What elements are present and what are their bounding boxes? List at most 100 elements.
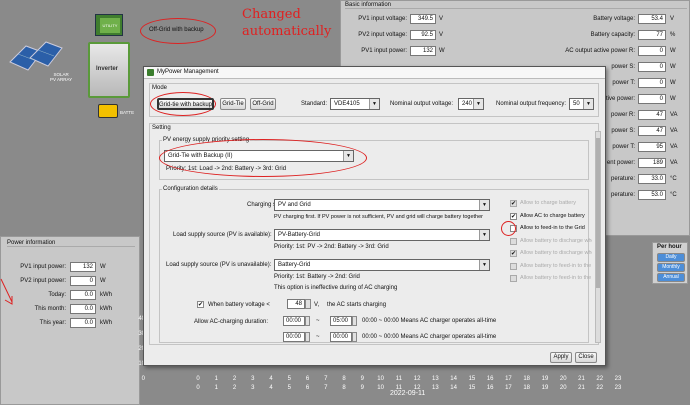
load-available-value: PV-Battery-Grid — [278, 232, 321, 238]
chart-x-tick: 19 — [541, 385, 549, 391]
feature-checkbox: ✔ — [510, 200, 517, 207]
power-info-title: Power information — [7, 240, 135, 247]
basic-info-unit: % — [670, 32, 676, 38]
basic-info-label: perature: — [610, 192, 635, 198]
battery-label: BATTE — [120, 110, 135, 115]
chart-x-tick: 13 — [432, 385, 439, 391]
basic-info-value: 33.0 — [638, 174, 666, 184]
charging-source-value: PV and Grid — [278, 202, 311, 208]
basic-info-value: 0 — [638, 46, 666, 56]
chart-x-tick: 14 — [450, 385, 457, 391]
feature-checkbox — [510, 262, 517, 270]
basic-info-label: power R: — [610, 112, 635, 118]
feature-checkbox-label: Allow battery to discharge whe — [520, 250, 592, 256]
power-info-unit: W — [100, 264, 106, 270]
mode-off-grid-button[interactable]: Off-Grid — [250, 98, 276, 110]
nominal-freq-select[interactable]: 50 ▼ — [569, 98, 594, 110]
chart-x-tick: 1 — [214, 385, 218, 391]
nominal-voltage-select[interactable]: 240 ▼ — [458, 98, 484, 110]
basic-info-unit: W — [439, 48, 445, 54]
basic-info-value: 0 — [638, 62, 666, 72]
power-info-label: This year: — [39, 320, 66, 326]
feature-checkbox-label: Allow to feed-in to the Grid — [520, 225, 585, 231]
annual-button[interactable]: Annual — [657, 273, 685, 282]
basic-info-unit: VA — [670, 128, 678, 134]
tilde-separator: ~ — [316, 334, 320, 340]
dialog-titlebar[interactable]: MyPower Management — [144, 67, 605, 79]
time-stepper[interactable] — [305, 332, 310, 342]
ac-time-to-input[interactable]: 00:00 — [330, 332, 352, 342]
load-unavailable-select[interactable]: Battery-Grid ▼ — [274, 259, 490, 271]
ac-time-from-input[interactable]: 00:00 — [283, 316, 305, 326]
load-unavailable-desc-1: Priority: 1st: Battery -> 2nd: Grid — [274, 274, 360, 280]
basic-info-unit: VA — [670, 112, 678, 118]
chart-x-tick: 6 — [305, 385, 310, 391]
feature-checkbox-label: Allow battery to feed-in to the — [520, 275, 592, 281]
basic-info-label: power T: — [612, 80, 635, 86]
load-unavailable-desc-2: This option is ineffective during of AC … — [274, 285, 398, 291]
red-arrow-annotation — [0, 278, 14, 308]
standard-value: VDE4105 — [334, 101, 360, 107]
chart-x-tick: 3 — [251, 385, 255, 391]
basic-info-unit: V — [670, 16, 675, 22]
chart-x-tick: 21 — [578, 376, 585, 382]
chart-x-tick: 5 — [287, 385, 291, 391]
standard-select[interactable]: VDE4105 ▼ — [330, 98, 380, 110]
basic-info-unit: VA — [670, 144, 678, 150]
chevron-down-icon: ▼ — [369, 99, 379, 109]
basic-info-value: 0 — [638, 94, 666, 104]
basic-info-value: 53.0 — [638, 190, 666, 200]
time-stepper[interactable] — [352, 316, 357, 326]
basic-info-label: perature: — [610, 176, 635, 182]
nominal-freq-label: Nominal output frequency: — [496, 101, 567, 107]
power-management-dialog: MyPower Management Mode Grid-tie with ba… — [143, 66, 606, 366]
basic-info-title: Basic information — [345, 2, 687, 9]
feed-in-highlight-circle — [501, 221, 516, 236]
charging-source-select[interactable]: PV and Grid ▼ — [274, 199, 490, 211]
mode-grid-tie-backup-button[interactable]: Grid-tie with backup — [157, 98, 214, 110]
chart-x-tick: 6 — [305, 376, 310, 382]
chart-x-tick: 2 — [232, 376, 237, 382]
chart-x-tick: 18 — [523, 385, 531, 391]
chart-x-tick: 19 — [541, 376, 549, 382]
ac-time-from-input[interactable]: 00:00 — [283, 332, 305, 342]
inverter-icon: Inverter — [88, 42, 130, 98]
basic-info-unit: °C — [670, 192, 677, 198]
mode-grid-tie-button[interactable]: Grid-Tie — [220, 98, 246, 110]
chart-x-tick: 7 — [324, 385, 328, 391]
feature-checkbox[interactable]: ✔ — [510, 212, 517, 220]
ac-time-to-input[interactable]: 05:00 — [330, 316, 352, 326]
chart-x-tick: 4 — [269, 376, 273, 382]
standard-label: Standard: — [301, 101, 328, 107]
chart-x-tick: 16 — [486, 376, 494, 382]
battery-voltage-label: When battery voltage < — [208, 302, 270, 308]
dialog-scrollbar[interactable] — [595, 131, 601, 343]
time-stepper[interactable] — [305, 316, 310, 326]
basic-info-value: 77 — [638, 30, 666, 40]
basic-info-value: 189 — [638, 158, 666, 168]
chart-x-tick: 2 — [232, 385, 237, 391]
backup-mode-label: Off-Grid with backup — [149, 27, 204, 33]
inverter-label: Inverter — [96, 66, 119, 72]
battery-voltage-input[interactable]: 48 — [287, 299, 305, 309]
basic-info-unit: V — [439, 16, 444, 22]
dialog-scrollbar-thumb[interactable] — [596, 138, 600, 288]
battery-voltage-checkbox[interactable]: ✔ — [197, 301, 204, 308]
annotation-text: Changed automatically — [242, 6, 331, 40]
chart-x-tick: 0 — [196, 376, 200, 382]
chart-x-tick: 18 — [523, 376, 531, 382]
basic-info-value: 349.5 — [410, 14, 436, 24]
close-button[interactable]: Close — [575, 352, 597, 363]
apply-button[interactable]: Apply — [550, 352, 572, 363]
battery-voltage-stepper[interactable] — [305, 299, 311, 309]
power-info-unit: W — [100, 278, 106, 284]
chevron-down-icon: ▼ — [583, 99, 593, 109]
chevron-down-icon: ▼ — [479, 260, 489, 270]
chart-date: 2022-09-11 — [390, 390, 426, 397]
chart-x-tick: 21 — [578, 385, 585, 391]
monthly-button[interactable]: Monthly — [657, 263, 685, 272]
daily-button[interactable]: Daily — [657, 253, 685, 262]
chart-x-tick: 15 — [468, 385, 476, 391]
load-available-select[interactable]: PV-Battery-Grid ▼ — [274, 229, 490, 241]
time-stepper[interactable] — [352, 332, 357, 342]
